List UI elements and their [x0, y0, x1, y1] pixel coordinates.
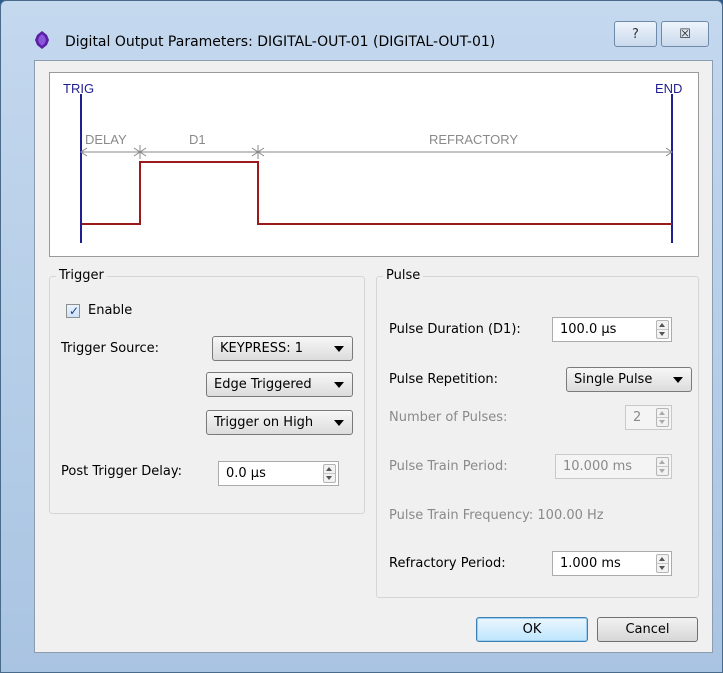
post-trigger-delay-label: Post Trigger Delay: — [61, 464, 183, 479]
timing-diagram-svg: TRIG END DELAY D1 REFRACTORY — [63, 81, 682, 243]
end-label: END — [655, 81, 682, 96]
edge-mode-select[interactable]: Edge Triggered — [206, 372, 353, 397]
trigger-group-title: Trigger — [56, 268, 107, 283]
post-trigger-delay-value: 0.0 µs — [226, 466, 266, 481]
pulse-repetition-label: Pulse Repetition: — [389, 372, 499, 387]
pulse-train-period-value: 10.000 ms — [563, 459, 633, 474]
trigger-level-value: Trigger on High — [214, 415, 314, 430]
spinner-icon[interactable] — [656, 457, 669, 476]
edge-mode-value: Edge Triggered — [214, 377, 312, 392]
window-title: Digital Output Parameters: DIGITAL-OUT-0… — [65, 34, 496, 50]
number-of-pulses-input[interactable]: 2 — [625, 405, 672, 430]
spinner-icon[interactable] — [656, 408, 669, 427]
pulse-repetition-value: Single Pulse — [574, 372, 653, 387]
trigger-source-label: Trigger Source: — [61, 341, 159, 356]
spinner-icon[interactable] — [656, 554, 669, 573]
help-button[interactable]: ? — [614, 21, 657, 47]
trigger-level-select[interactable]: Trigger on High — [206, 410, 353, 435]
pulse-duration-input[interactable]: 100.0 µs — [552, 317, 672, 342]
pulse-duration-value: 100.0 µs — [560, 322, 617, 337]
spinner-icon[interactable] — [323, 464, 336, 483]
trig-label: TRIG — [63, 81, 94, 96]
timing-diagram: TRIG END DELAY D1 REFRACTORY — [49, 72, 699, 257]
title-bar: Digital Output Parameters: DIGITAL-OUT-0… — [1, 1, 722, 50]
spinner-icon[interactable] — [656, 320, 669, 339]
enable-label: Enable — [88, 303, 133, 318]
refractory-label: REFRACTORY — [429, 132, 518, 147]
ok-button-label: OK — [522, 622, 542, 637]
chevron-down-icon — [334, 420, 344, 426]
close-button[interactable]: ☒ — [661, 21, 709, 47]
number-of-pulses-value: 2 — [633, 410, 642, 425]
chevron-down-icon — [334, 382, 344, 388]
pulse-train-period-input[interactable]: 10.000 ms — [555, 454, 672, 479]
app-icon — [34, 31, 50, 53]
trigger-source-value: KEYPRESS: 1 — [220, 341, 304, 356]
check-icon: ✓ — [69, 304, 80, 318]
cancel-button[interactable]: Cancel — [597, 617, 698, 642]
pulse-group-title: Pulse — [383, 268, 424, 283]
number-of-pulses-label: Number of Pulses: — [389, 410, 508, 425]
enable-checkbox[interactable]: ✓ — [66, 304, 80, 318]
refractory-period-label: Refractory Period: — [389, 556, 506, 571]
pulse-train-period-label: Pulse Train Period: — [389, 459, 508, 474]
help-icon: ? — [632, 26, 639, 42]
refractory-period-input[interactable]: 1.000 ms — [552, 551, 672, 576]
pulse-repetition-select[interactable]: Single Pulse — [566, 367, 692, 392]
ok-button[interactable]: OK — [476, 617, 588, 642]
delay-label: DELAY — [85, 132, 127, 147]
post-trigger-delay-input[interactable]: 0.0 µs — [218, 461, 339, 486]
chevron-down-icon — [334, 346, 344, 352]
chevron-down-icon — [673, 377, 683, 383]
pulse-train-frequency-text: Pulse Train Frequency: 100.00 Hz — [389, 508, 604, 523]
close-icon: ☒ — [679, 26, 691, 42]
cancel-button-label: Cancel — [625, 622, 670, 637]
refractory-period-value: 1.000 ms — [560, 556, 621, 571]
pulse-signal-line — [82, 161, 672, 225]
pulse-duration-label: Pulse Duration (D1): — [389, 322, 521, 337]
trigger-source-select[interactable]: KEYPRESS: 1 — [212, 336, 353, 361]
d1-label: D1 — [189, 132, 206, 147]
